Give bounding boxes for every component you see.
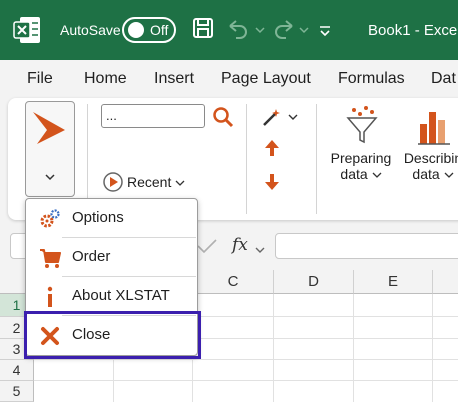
tab-page-layout[interactable]: Page Layout — [221, 70, 311, 88]
close-highlight-box — [24, 311, 201, 359]
arrow-down-icon[interactable] — [262, 172, 282, 197]
tab-home[interactable]: Home — [84, 70, 127, 88]
recent-icon — [102, 171, 124, 198]
column-header-e[interactable]: E — [354, 270, 433, 294]
describing-data-label-1: Describin — [403, 150, 458, 166]
gridline — [34, 380, 458, 381]
redo-icon[interactable] — [272, 18, 312, 45]
excel-logo-icon — [12, 14, 42, 46]
search-icon[interactable] — [212, 106, 234, 133]
ribbon-separator — [246, 104, 247, 214]
column-header-d[interactable]: D — [274, 270, 354, 294]
autosave-label: AutoSave — [60, 22, 121, 38]
title-bar: AutoSave Off Book1 - Exce — [0, 0, 458, 60]
chevron-down-icon — [175, 174, 185, 190]
undo-icon[interactable] — [226, 18, 266, 45]
tab-file[interactable]: File — [27, 70, 53, 88]
row-header-5[interactable]: 5 — [0, 381, 34, 402]
xlstat-menu-button[interactable] — [25, 101, 75, 197]
recent-label: Recent — [127, 174, 172, 190]
gridline — [273, 294, 274, 402]
gridline — [34, 359, 458, 360]
search-input[interactable]: ... — [101, 104, 205, 128]
info-icon — [38, 285, 62, 309]
search-input-value: ... — [106, 108, 117, 123]
formula-input[interactable] — [275, 233, 458, 259]
menu-item-options[interactable]: Options — [26, 199, 197, 238]
insert-function-button[interactable]: fx — [232, 235, 248, 255]
tab-data[interactable]: Dat — [431, 70, 456, 88]
ribbon-separator — [316, 104, 317, 214]
describing-data-label-2: data — [398, 166, 458, 182]
tab-insert[interactable]: Insert — [154, 70, 194, 88]
preparing-data-button[interactable]: Preparing data — [329, 150, 393, 182]
window-title: Book1 - Exce — [368, 22, 458, 39]
tab-formulas[interactable]: Formulas — [338, 70, 405, 88]
menu-item-label: Order — [72, 248, 111, 265]
ribbon-tab-bar: File Home Insert Page Layout Formulas Da… — [0, 60, 458, 98]
menu-item-order[interactable]: Order — [26, 238, 197, 277]
row-header-4[interactable]: 4 — [0, 360, 34, 381]
describing-data-button[interactable]: Describin data — [398, 150, 458, 182]
toggle-knob — [128, 22, 144, 38]
chevron-down-icon[interactable] — [254, 241, 266, 259]
customize-toolbar-icon[interactable] — [318, 24, 332, 42]
magic-wand-icon[interactable] — [261, 106, 301, 133]
gears-icon — [38, 207, 62, 231]
column-header[interactable] — [433, 270, 458, 294]
autosave-toggle[interactable]: Off — [122, 17, 176, 43]
cart-icon — [38, 246, 62, 270]
menu-item-label: About XLSTAT — [72, 287, 170, 304]
xlstat-logo-icon — [31, 108, 69, 153]
recent-button[interactable]: Recent — [127, 174, 185, 190]
arrow-up-icon[interactable] — [262, 138, 282, 163]
enter-check-icon[interactable] — [196, 237, 218, 260]
preparing-data-label-1: Preparing — [330, 150, 392, 166]
chevron-down-icon — [44, 168, 56, 186]
preparing-data-icon — [344, 104, 380, 149]
describing-data-icon — [416, 104, 452, 151]
gridline — [432, 294, 433, 402]
gridline — [353, 294, 354, 402]
save-icon[interactable] — [192, 16, 214, 45]
autosave-state: Off — [150, 22, 169, 38]
preparing-data-label-2: data — [329, 166, 393, 182]
column-header-c[interactable]: C — [193, 270, 274, 294]
menu-item-label: Options — [72, 209, 124, 226]
